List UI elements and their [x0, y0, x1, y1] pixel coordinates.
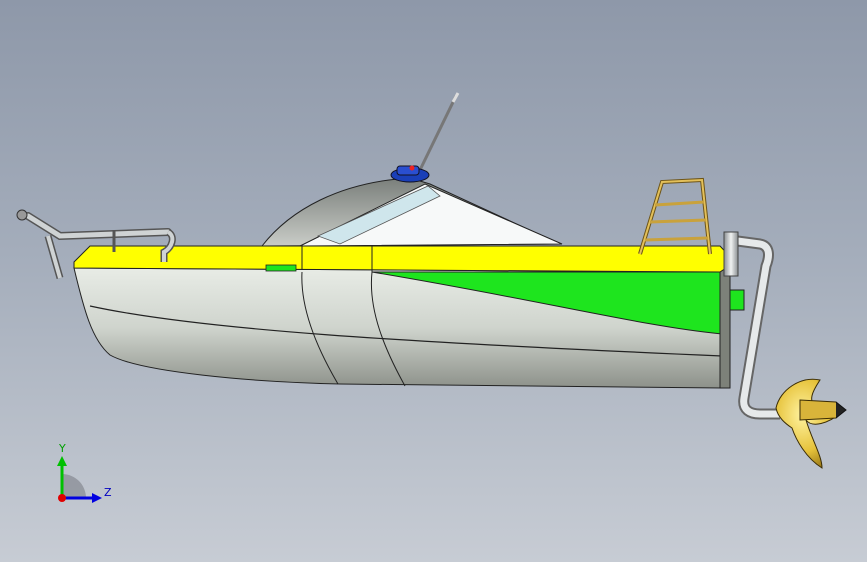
cabin[interactable] — [260, 177, 563, 247]
x-axis-origin — [58, 494, 66, 502]
z-axis-label: Z — [104, 486, 112, 499]
beacon — [390, 165, 430, 183]
boat-model[interactable] — [0, 0, 867, 562]
y-axis-label: Y — [59, 442, 66, 455]
cad-viewport[interactable]: Y Z — [0, 0, 867, 562]
exhaust-pipe[interactable] — [723, 231, 780, 420]
antenna — [418, 95, 458, 171]
stern-ladder[interactable] — [638, 177, 712, 255]
propeller[interactable] — [775, 378, 847, 469]
hull[interactable] — [73, 265, 745, 389]
deck[interactable] — [73, 245, 736, 273]
axis-triad: Y Z — [48, 440, 118, 510]
